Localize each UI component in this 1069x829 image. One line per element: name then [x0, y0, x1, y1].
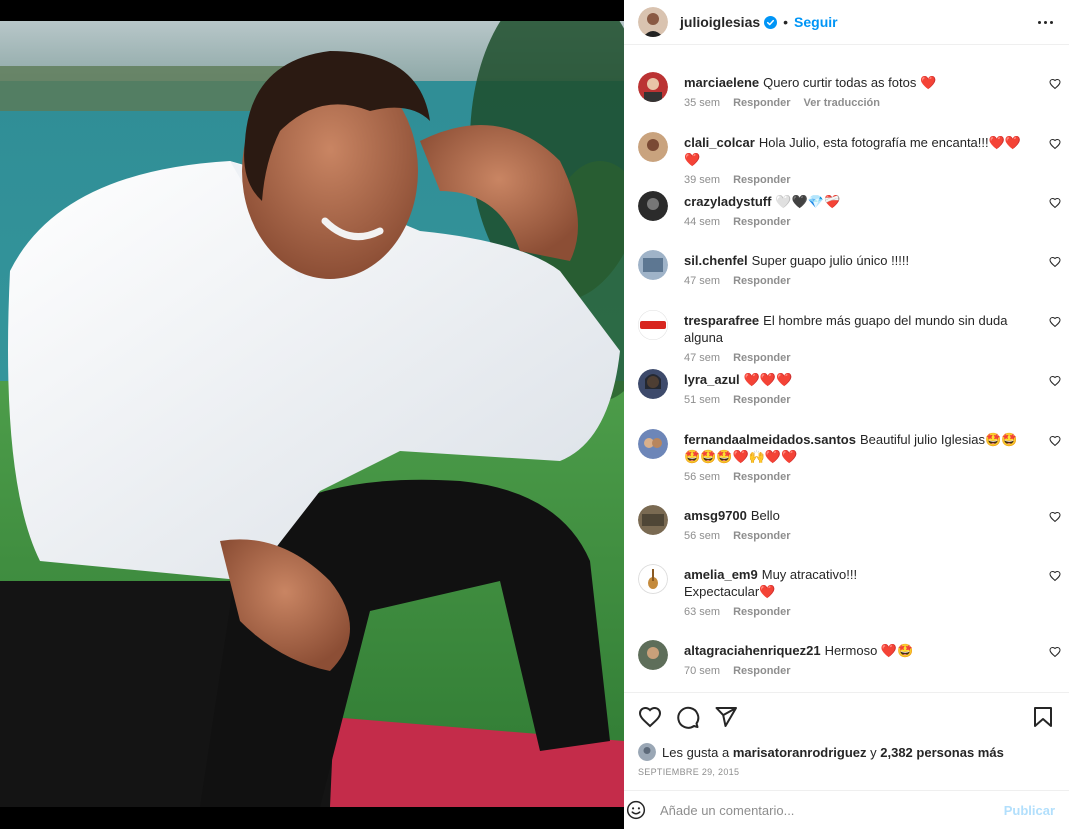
post-side-panel: julioiglesias • Seguir marciaelene Quero … [624, 0, 1069, 829]
comment-item: altagraciahenriquez21 Hermoso ❤️🤩 70 sem R… [624, 640, 1069, 677]
comment-time: 56 sem [684, 471, 721, 483]
reply-button[interactable]: Responder [733, 352, 790, 364]
comment-item: lyra_azul ❤️❤️❤️ 51 sem Responder [624, 369, 1069, 406]
comment-item: fernandaalmeidados.santos Beautiful julio… [624, 429, 1069, 483]
reply-button[interactable]: Responder [733, 530, 790, 542]
comment-time: 35 sem [684, 97, 721, 109]
comment-time: 47 sem [684, 352, 721, 364]
author-avatar[interactable] [638, 7, 668, 37]
likes-connector: y [870, 744, 877, 760]
comment-item: amsg9700 Bello 56 sem Responder [624, 505, 1069, 542]
comment-time: 39 sem [684, 174, 721, 186]
publish-button[interactable]: Publicar [1004, 803, 1055, 818]
bookmark-icon[interactable] [1031, 705, 1055, 729]
likes-summary: Les gusta a marisatoranrodriguez y 2,382… [624, 743, 1069, 761]
like-comment-heart-icon[interactable] [1049, 78, 1061, 90]
liker-avatar[interactable] [638, 743, 656, 761]
reply-button[interactable]: Responder [733, 394, 790, 406]
verified-badge-icon [764, 15, 778, 29]
add-comment-bar: Publicar [624, 790, 1069, 829]
commenter-avatar[interactable] [638, 132, 668, 162]
instagram-post-modal: julioiglesias • Seguir marciaelene Quero … [0, 0, 1069, 829]
header-separator: • [783, 14, 789, 30]
comment-username[interactable]: tresparafree [684, 313, 759, 328]
comment-username[interactable]: sil.chenfel [684, 253, 748, 268]
post-actions-section: Les gusta a marisatoranrodriguez y 2,382… [624, 692, 1069, 777]
like-comment-heart-icon[interactable] [1049, 646, 1061, 658]
author-username[interactable]: julioiglesias [680, 14, 760, 30]
comment-text: Quero curtir todas as fotos ❤️ [763, 75, 937, 90]
comment-item: sil.chenfel Super guapo julio único !!!!!… [624, 250, 1069, 287]
like-comment-heart-icon[interactable] [1049, 316, 1061, 328]
like-comment-heart-icon[interactable] [1049, 435, 1061, 447]
comment-time: 47 sem [684, 275, 721, 287]
likes-prefix: Les gusta a [662, 744, 730, 760]
commenter-avatar[interactable] [638, 250, 668, 280]
comment-username[interactable]: marciaelene [684, 75, 759, 90]
share-icon[interactable] [714, 705, 738, 729]
action-buttons [624, 693, 1069, 741]
commenter-avatar[interactable] [638, 429, 668, 459]
comment-text: 🤍🖤💎❤️‍🩹 [775, 194, 841, 209]
comment-username[interactable]: amelia_em9 [684, 567, 758, 582]
reply-button[interactable]: Responder [733, 174, 790, 186]
like-comment-heart-icon[interactable] [1049, 256, 1061, 268]
more-options-icon[interactable] [1036, 17, 1055, 28]
comment-username[interactable]: amsg9700 [684, 508, 747, 523]
comment-text: Hermoso ❤️🤩 [824, 643, 914, 658]
commenter-avatar[interactable] [638, 505, 668, 535]
comments-list[interactable]: marciaelene Quero curtir todas as fotos ❤… [624, 62, 1069, 692]
like-comment-heart-icon[interactable] [1049, 375, 1061, 387]
reply-button[interactable]: Responder [733, 606, 790, 618]
commenter-avatar[interactable] [638, 640, 668, 670]
like-comment-heart-icon[interactable] [1049, 511, 1061, 523]
comment-time: 56 sem [684, 530, 721, 542]
likes-user[interactable]: marisatoranrodriguez [733, 745, 867, 760]
comment-item: clali_colcar Hola Julio, esta fotografía … [624, 132, 1069, 186]
comment-time: 63 sem [684, 606, 721, 618]
reply-button[interactable]: Responder [733, 665, 790, 677]
post-date[interactable]: SEPTIEMBRE 29, 2015 [624, 761, 1069, 777]
commenter-avatar[interactable] [638, 191, 668, 221]
like-comment-heart-icon[interactable] [1049, 138, 1061, 150]
emoji-icon[interactable] [626, 800, 646, 820]
photo-man-in-white-shirt [0, 21, 624, 807]
comment-item: crazyladystuff 🤍🖤💎❤️‍🩹 44 sem Responder [624, 191, 1069, 228]
comment-username[interactable]: altagraciahenriquez21 [684, 643, 821, 658]
heart-icon[interactable] [638, 705, 662, 729]
reply-button[interactable]: Responder [733, 275, 790, 287]
comment-username[interactable]: fernandaalmeidados.santos [684, 432, 856, 447]
comment-username[interactable]: crazyladystuff [684, 194, 771, 209]
reply-button[interactable]: Responder [733, 97, 790, 109]
comment-text: Bello [750, 508, 780, 523]
likes-others[interactable]: 2,382 personas más [880, 745, 1004, 760]
comment-item: marciaelene Quero curtir todas as fotos ❤… [624, 72, 1069, 109]
commenter-avatar[interactable] [638, 369, 668, 399]
commenter-avatar[interactable] [638, 310, 668, 340]
comment-username[interactable]: clali_colcar [684, 135, 755, 150]
comment-time: 44 sem [684, 216, 721, 228]
translate-button[interactable]: Ver traducción [804, 97, 880, 109]
comment-text: ❤️❤️❤️ [743, 372, 793, 387]
commenter-avatar[interactable] [638, 564, 668, 594]
like-comment-heart-icon[interactable] [1049, 197, 1061, 209]
comment-icon[interactable] [676, 705, 700, 729]
commenter-avatar[interactable] [638, 72, 668, 102]
like-comment-heart-icon[interactable] [1049, 570, 1061, 582]
follow-button[interactable]: Seguir [794, 14, 838, 30]
comment-item: amelia_em9 Muy atracativo!!! Expectacular… [624, 564, 1069, 618]
comment-item: tresparafree El hombre más guapo del mund… [624, 310, 1069, 364]
comment-input[interactable] [660, 802, 1004, 818]
comment-time: 51 sem [684, 394, 721, 406]
post-header: julioiglesias • Seguir [624, 0, 1069, 45]
comment-username[interactable]: lyra_azul [684, 372, 740, 387]
post-photo[interactable] [0, 21, 624, 807]
comment-time: 70 sem [684, 665, 721, 677]
reply-button[interactable]: Responder [733, 216, 790, 228]
comment-text: Super guapo julio único !!!!! [751, 253, 910, 268]
reply-button[interactable]: Responder [733, 471, 790, 483]
